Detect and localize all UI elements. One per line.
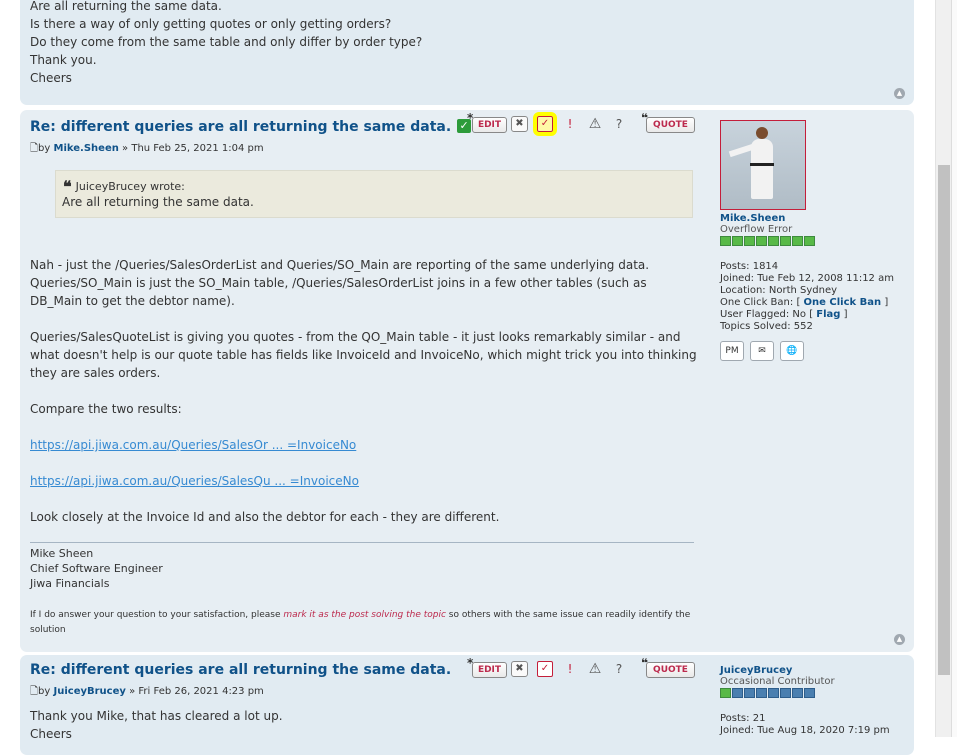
signature-divider xyxy=(30,542,694,543)
author-profile: Mike.Sheen Overflow Error Posts: 1814 Jo… xyxy=(720,120,910,361)
author-link[interactable]: JuiceyBrucey xyxy=(54,686,126,697)
quote-author: JuiceyBrucey wrote: xyxy=(75,180,185,193)
paragraph: Nah - just the /Queries/SalesOrderList a… xyxy=(30,258,650,308)
quote-mark-icon: ❝ xyxy=(641,656,649,670)
post-title-text[interactable]: Re: different queries are all returning … xyxy=(30,119,451,135)
edit-label: EDIT xyxy=(477,665,502,675)
post-line: Do they come from the same table and onl… xyxy=(30,35,423,49)
post-line: Cheers xyxy=(30,71,72,85)
post-toolbar: * EDIT ✖ ✓ ! ⚠ ? ❝ QUOTE xyxy=(464,111,696,136)
warn-icon[interactable]: ⚠ xyxy=(587,661,603,677)
post-icon: 🗋 xyxy=(30,143,39,154)
paragraph: Cheers xyxy=(30,727,72,741)
note-highlight: mark it as the post solving the topic xyxy=(283,610,446,620)
paragraph: Compare the two results: xyxy=(30,402,182,416)
author-link[interactable]: Mike.Sheen xyxy=(54,143,119,154)
report-icon[interactable]: ! xyxy=(562,116,578,132)
quote-mark-icon: ❝ xyxy=(63,177,72,196)
star-icon: * xyxy=(467,656,474,670)
post-byline: 🗋by JuiceyBrucey » Fri Feb 26, 2021 4:23… xyxy=(30,684,264,701)
quote-mark-icon: ❝ xyxy=(641,111,649,125)
quote-cite: ❝ JuiceyBrucey wrote: xyxy=(63,177,185,196)
post-1-content: Are all returning the same data. Is ther… xyxy=(30,0,422,87)
one-click-ban-link[interactable]: One Click Ban xyxy=(804,297,882,308)
delete-button[interactable]: ✖ xyxy=(511,661,528,677)
post-icon: 🗋 xyxy=(30,686,39,697)
post-line: Are all returning the same data. xyxy=(30,0,222,13)
signature-note: If I do answer your question to your sat… xyxy=(30,608,700,638)
quote-label: QUOTE xyxy=(653,665,688,675)
profile-rank: Overflow Error xyxy=(720,224,793,235)
post-content: Thank you Mike, that has cleared a lot u… xyxy=(30,707,283,743)
edit-label: EDIT xyxy=(477,120,502,130)
post-title[interactable]: Re: different queries are all returning … xyxy=(30,662,451,678)
window-edge xyxy=(951,0,957,737)
post-title[interactable]: Re: different queries are all returning … xyxy=(30,119,472,135)
edit-button[interactable]: * EDIT xyxy=(467,111,507,133)
signature-line: Chief Software Engineer xyxy=(30,562,163,575)
info-icon[interactable]: ? xyxy=(611,661,627,677)
post-byline: 🗋by Mike.Sheen » Thu Feb 25, 2021 1:04 p… xyxy=(30,141,264,158)
paragraph: Queries/SalesQuoteList is giving you quo… xyxy=(30,330,697,380)
rank-bar xyxy=(720,236,910,246)
post-2: Re: different queries are all returning … xyxy=(20,110,914,652)
quote-text: Are all returning the same data. xyxy=(62,195,254,209)
report-icon[interactable]: ! xyxy=(562,661,578,677)
paragraph: Look closely at the Invoice Id and also … xyxy=(30,510,500,524)
flag-link[interactable]: Flag xyxy=(816,309,840,320)
signature-line: Mike Sheen xyxy=(30,547,94,560)
post-1: Are all returning the same data. Is ther… xyxy=(20,0,914,105)
avatar[interactable] xyxy=(720,120,806,210)
post-line: Thank you. xyxy=(30,53,97,67)
post-date: » Thu Feb 25, 2021 1:04 pm xyxy=(122,143,264,154)
signature-line: Jiwa Financials xyxy=(30,577,110,590)
profile-stats: Posts: 21 Joined: Tue Aug 18, 2020 7:19 … xyxy=(720,713,890,736)
paragraph: Thank you Mike, that has cleared a lot u… xyxy=(30,709,283,723)
post-date: » Fri Feb 26, 2021 4:23 pm xyxy=(129,686,264,697)
website-icon[interactable]: 🌐 xyxy=(780,341,804,361)
contact-buttons: PM ✉ 🌐 xyxy=(720,341,910,361)
quote-box: ❝ JuiceyBrucey wrote: Are all returning t… xyxy=(55,170,693,218)
email-icon[interactable]: ✉ xyxy=(750,341,774,361)
delete-button[interactable]: ✖ xyxy=(511,116,528,132)
post-line: Is there a way of only getting quotes or… xyxy=(30,17,392,31)
info-icon[interactable]: ? xyxy=(611,116,627,132)
profile-stats: Posts: 1814 Joined: Tue Feb 12, 2008 11:… xyxy=(720,261,894,332)
author-profile: JuiceyBrucey Occasional Contributor Post… xyxy=(720,665,910,737)
pm-icon[interactable]: PM xyxy=(720,341,744,361)
signature: Mike Sheen Chief Software Engineer Jiwa … xyxy=(30,546,163,591)
by-label: by xyxy=(38,686,51,697)
edit-button[interactable]: * EDIT xyxy=(467,656,507,678)
profile-rank: Occasional Contributor xyxy=(720,676,835,687)
rank-bar xyxy=(720,688,910,698)
scrollbar-thumb[interactable] xyxy=(938,165,950,675)
post-toolbar: * EDIT ✖ ✓ ! ⚠ ? ❝ QUOTE xyxy=(464,656,696,680)
mark-solved-button[interactable]: ✓ xyxy=(537,661,553,677)
quote-label: QUOTE xyxy=(653,120,688,130)
back-to-top-icon[interactable]: ▲ xyxy=(894,88,905,99)
star-icon: * xyxy=(467,111,474,125)
post-3: Re: different queries are all returning … xyxy=(20,655,914,755)
quote-button[interactable]: ❝ QUOTE xyxy=(641,656,695,678)
post-content: Nah - just the /Queries/SalesOrderList a… xyxy=(30,256,700,544)
vertical-scrollbar[interactable] xyxy=(935,0,952,737)
by-label: by xyxy=(38,143,51,154)
sales-quote-link[interactable]: https://api.jiwa.com.au/Queries/SalesQu … xyxy=(30,474,359,488)
warn-icon[interactable]: ⚠ xyxy=(587,116,603,132)
note-text: If I do answer your question to your sat… xyxy=(30,610,284,620)
profile-username[interactable]: JuiceyBrucey xyxy=(720,665,910,676)
back-to-top-icon[interactable]: ▲ xyxy=(894,634,905,645)
profile-username[interactable]: Mike.Sheen xyxy=(720,213,910,224)
sales-order-link[interactable]: https://api.jiwa.com.au/Queries/SalesOr … xyxy=(30,438,356,452)
mark-solved-button[interactable]: ✓ xyxy=(533,112,557,136)
quote-button[interactable]: ❝ QUOTE xyxy=(641,111,695,133)
